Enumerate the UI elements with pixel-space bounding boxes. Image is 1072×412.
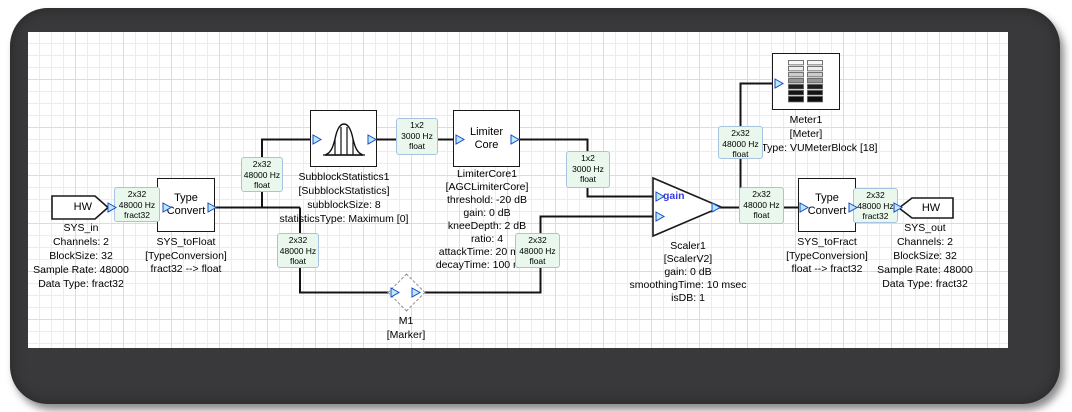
- wire-label-subblock-limiter: 1x2 3000 Hz float: [396, 118, 438, 155]
- type-convert-in-caption: SYS_toFloat [TypeConversion] fract32 -->…: [145, 236, 227, 275]
- wire-label-sysin-tc: 2x32 48000 Hz fract32: [114, 187, 160, 222]
- sys-out-caption: SYS_out Channels: 2 BlockSize: 32 Sample…: [877, 222, 973, 290]
- subblock-statistics-caption: SubblockStatistics1 [SubblockStatistics]…: [279, 171, 409, 225]
- wire-label-tc-sysout: 2x32 48000 Hz fract32: [853, 188, 898, 223]
- wire-label-limiter-scaler: 1x2 3000 Hz float: [566, 151, 610, 188]
- wire-label-tc-marker: 2x32 48000 Hz float: [277, 233, 319, 268]
- vu-meter-icon: [788, 60, 823, 103]
- marker-caption: M1 [Marker]: [386, 315, 426, 341]
- meter-block[interactable]: [772, 53, 840, 110]
- wire-label-marker-scaler: 2x32 48000 Hz float: [515, 233, 560, 268]
- scaler-caption: Scaler1 [ScalerV2] gain: 0 dB smoothingT…: [629, 240, 747, 304]
- sys-in-hw-label: HW: [73, 201, 92, 213]
- type-convert-out-block[interactable]: Type Convert: [798, 178, 856, 232]
- sys-out-hw-label: HW: [921, 202, 941, 214]
- wire-label-tc-subblock: 2x32 48000 Hz float: [241, 157, 283, 192]
- wire-label-scaler-meter: 2x32 48000 Hz float: [718, 126, 763, 159]
- scaler-gain-pin-label: gain: [663, 190, 685, 202]
- wire-label-scaler-tc: 2x32 48000 Hz float: [739, 187, 784, 224]
- histogram-bell-icon: [322, 122, 365, 156]
- diagram-page: Type Convert Limiter Core Type Convert H…: [0, 0, 1072, 412]
